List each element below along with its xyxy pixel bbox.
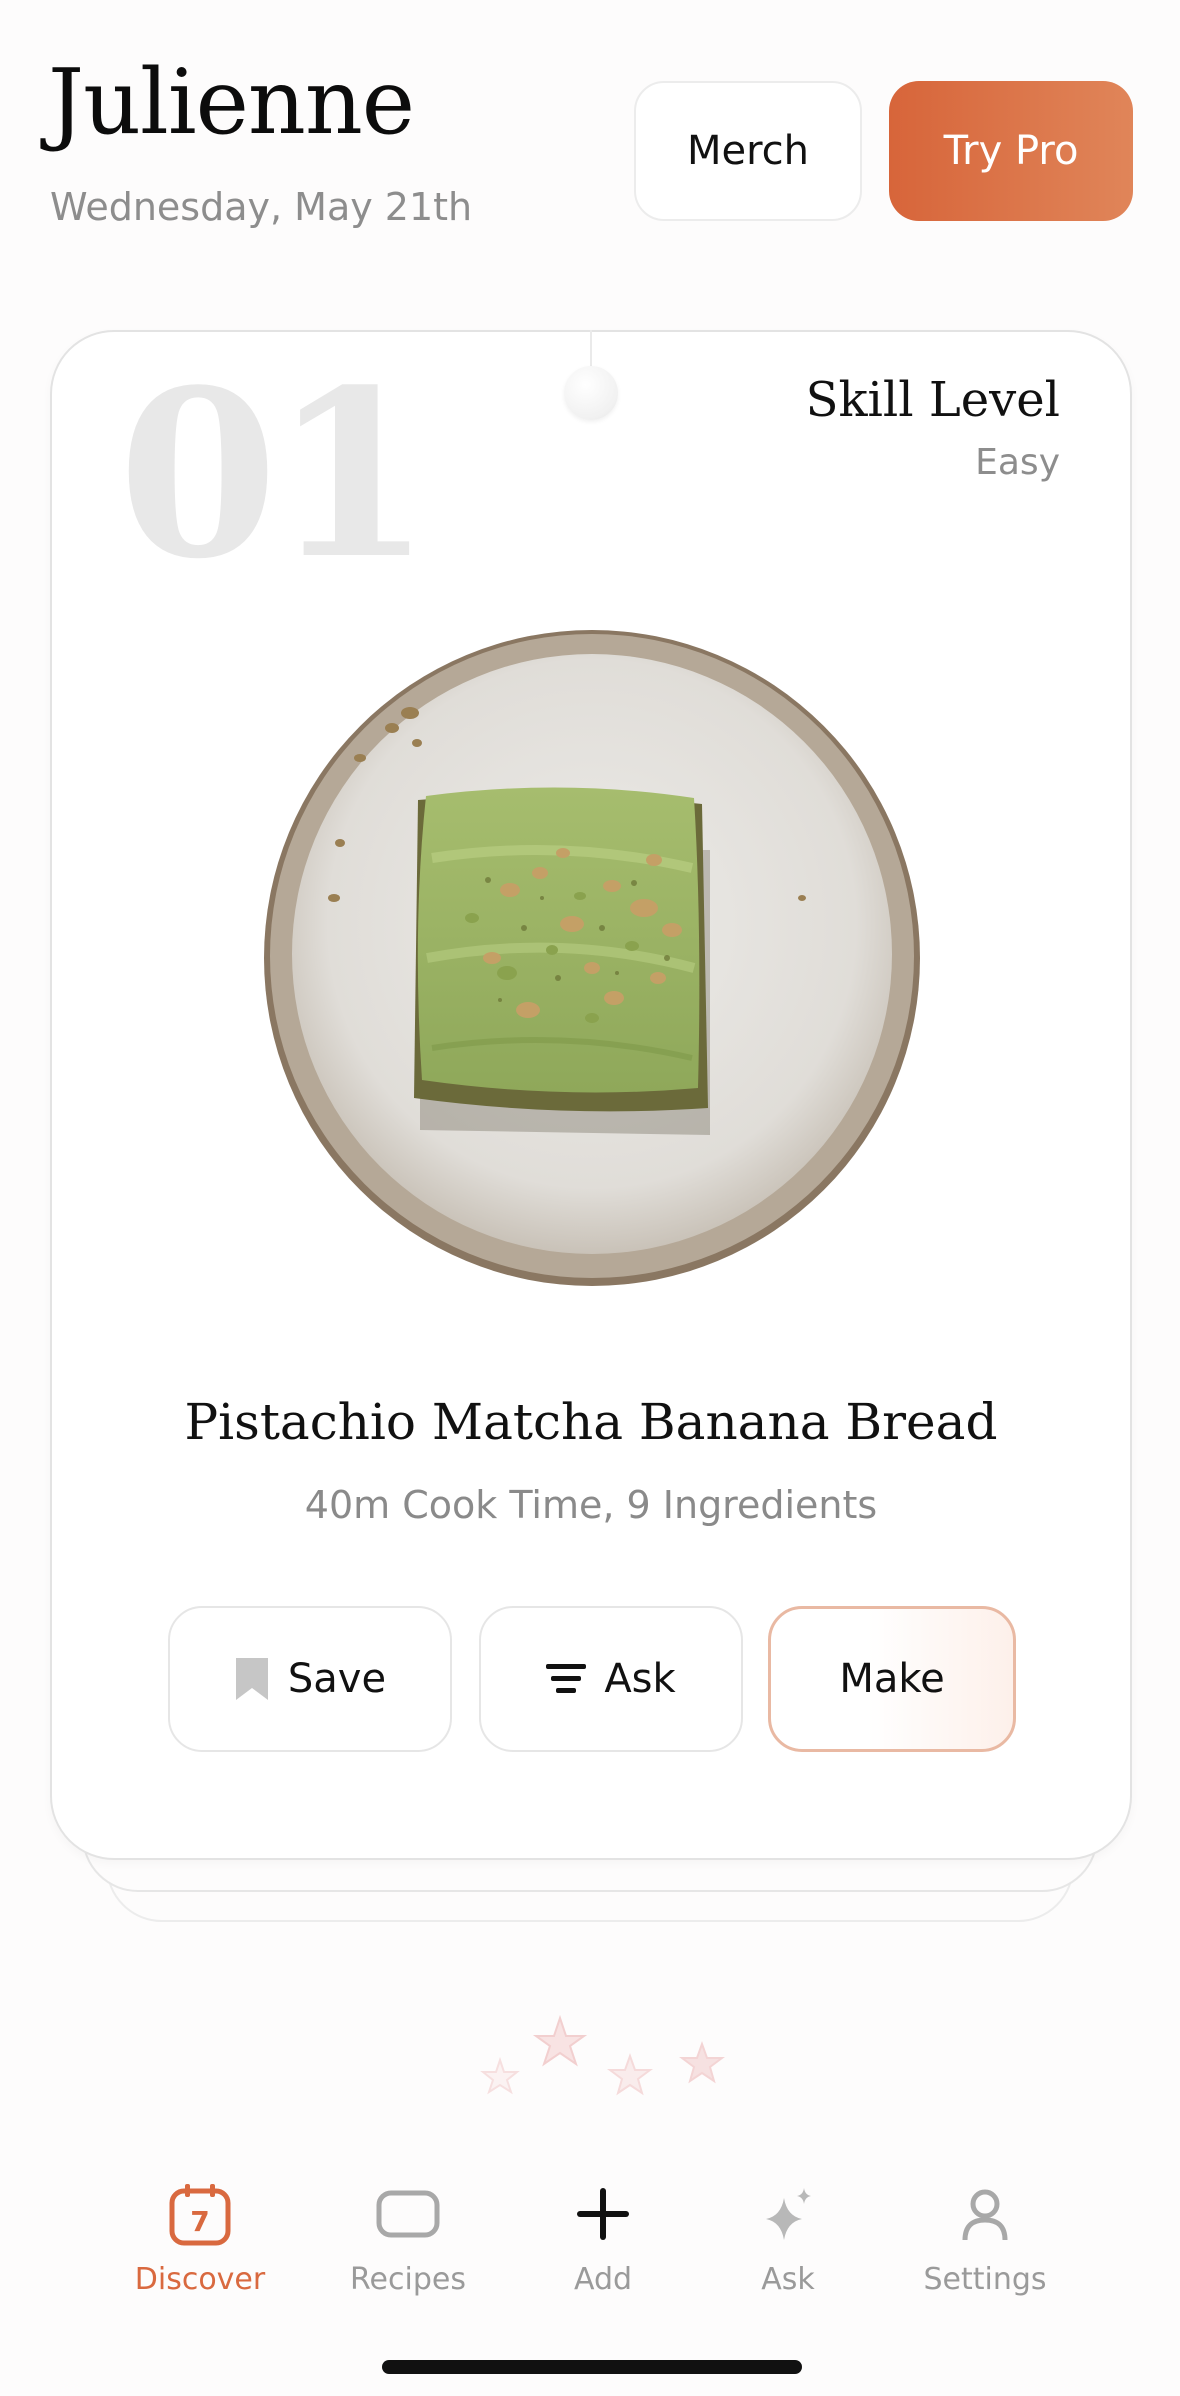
tab-bar: 7 Discover Recipes Add Ask Settings — [0, 2160, 1180, 2340]
ask-button[interactable]: Ask — [479, 1606, 743, 1752]
card-icon — [372, 2178, 444, 2250]
save-button-label: Save — [287, 1656, 387, 1702]
date-label: Wednesday, May 21th — [50, 185, 473, 229]
skill-level-label: Skill Level — [805, 372, 1060, 428]
tab-ask[interactable]: Ask — [688, 2178, 888, 2297]
tab-discover[interactable]: 7 Discover — [100, 2178, 300, 2297]
tab-settings-label: Settings — [923, 2262, 1047, 2297]
card-hanger-hole — [564, 366, 618, 420]
card-hanger-line — [590, 330, 592, 370]
recipe-title: Pistachio Matcha Banana Bread — [184, 1393, 998, 1451]
tab-recipes[interactable]: Recipes — [308, 2178, 508, 2297]
skill-level-value: Easy — [975, 442, 1060, 483]
tab-recipes-label: Recipes — [350, 2262, 466, 2297]
tab-add[interactable]: Add — [503, 2178, 703, 2297]
app-title: Julienne — [48, 50, 415, 155]
tab-discover-label: Discover — [134, 2262, 266, 2297]
person-icon — [949, 2178, 1021, 2250]
recipe-image[interactable] — [262, 628, 922, 1288]
filter-lines-icon — [546, 1664, 587, 1693]
save-button[interactable]: Save — [168, 1606, 452, 1752]
calendar-icon: 7 — [164, 2178, 236, 2250]
ask-button-label: Ask — [604, 1656, 676, 1702]
home-indicator[interactable] — [382, 2360, 802, 2374]
plus-icon — [567, 2178, 639, 2250]
tab-add-label: Add — [573, 2262, 633, 2297]
bookmark-icon — [235, 1658, 268, 1700]
make-button[interactable]: Make — [768, 1606, 1016, 1752]
tab-ask-label: Ask — [761, 2262, 815, 2297]
calendar-badge: 7 — [190, 2205, 209, 2238]
tab-settings[interactable]: Settings — [885, 2178, 1085, 2297]
try-pro-button[interactable]: Try Pro — [889, 81, 1133, 221]
card-number: 01 — [118, 340, 432, 610]
recipe-meta: 40m Cook Time, 9 Ingredients — [304, 1483, 878, 1527]
sparkle-icon — [752, 2178, 824, 2250]
sparkle-stars-decoration — [480, 2014, 725, 2096]
make-button-label: Make — [839, 1656, 945, 1702]
merch-button[interactable]: Merch — [634, 81, 862, 221]
